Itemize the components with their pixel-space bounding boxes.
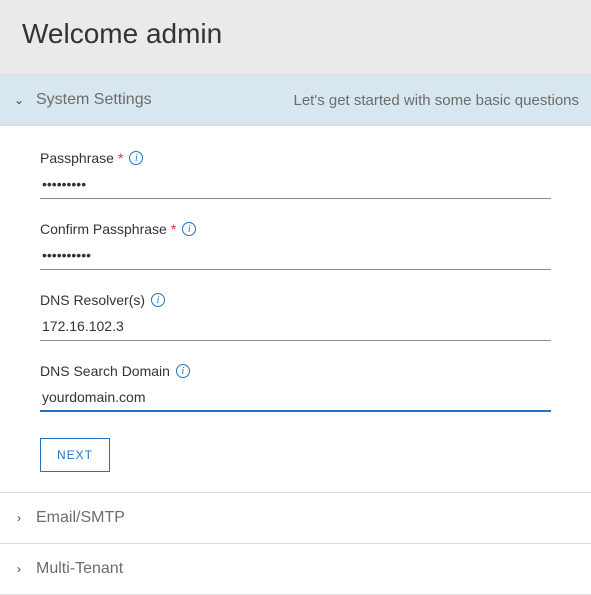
chevron-right-icon: › bbox=[12, 511, 26, 525]
label-confirm-passphrase: Confirm Passphrase * i bbox=[40, 221, 551, 237]
field-confirm-passphrase: Confirm Passphrase * i bbox=[40, 221, 551, 270]
section-header-email-smtp[interactable]: › Email/SMTP bbox=[0, 493, 591, 544]
label-passphrase: Passphrase * i bbox=[40, 150, 551, 166]
label-dns-resolvers: DNS Resolver(s) i bbox=[40, 292, 551, 308]
field-dns-resolvers: DNS Resolver(s) i bbox=[40, 292, 551, 341]
field-passphrase: Passphrase * i bbox=[40, 150, 551, 199]
system-settings-panel: Passphrase * i Confirm Passphrase * i DNS … bbox=[0, 126, 591, 493]
dns-resolvers-input[interactable] bbox=[40, 314, 551, 341]
info-icon[interactable]: i bbox=[182, 222, 196, 236]
section-title: Email/SMTP bbox=[36, 509, 125, 527]
label-text: DNS Resolver(s) bbox=[40, 292, 145, 308]
chevron-right-icon: › bbox=[12, 562, 26, 576]
required-asterisk: * bbox=[171, 222, 176, 236]
section-header-multi-tenant[interactable]: › Multi-Tenant bbox=[0, 544, 591, 595]
required-asterisk: * bbox=[118, 151, 123, 165]
section-subtitle: Let's get started with some basic questi… bbox=[273, 92, 579, 109]
info-icon[interactable]: i bbox=[176, 364, 190, 378]
section-title: System Settings bbox=[36, 91, 152, 109]
label-text: DNS Search Domain bbox=[40, 363, 170, 379]
field-dns-search-domain: DNS Search Domain i bbox=[40, 363, 551, 412]
section-header-system-settings[interactable]: ⌄ System Settings Let's get started with… bbox=[0, 75, 591, 126]
chevron-down-icon: ⌄ bbox=[12, 93, 26, 107]
next-button[interactable]: NEXT bbox=[40, 438, 110, 472]
confirm-passphrase-input[interactable] bbox=[40, 243, 551, 270]
info-icon[interactable]: i bbox=[151, 293, 165, 307]
section-title: Multi-Tenant bbox=[36, 560, 123, 578]
label-text: Passphrase bbox=[40, 150, 114, 166]
info-icon[interactable]: i bbox=[129, 151, 143, 165]
passphrase-input[interactable] bbox=[40, 172, 551, 199]
dns-search-domain-input[interactable] bbox=[40, 385, 551, 412]
page-title: Welcome admin bbox=[22, 18, 571, 50]
page-header: Welcome admin bbox=[0, 0, 591, 75]
label-text: Confirm Passphrase bbox=[40, 221, 167, 237]
label-dns-search-domain: DNS Search Domain i bbox=[40, 363, 551, 379]
